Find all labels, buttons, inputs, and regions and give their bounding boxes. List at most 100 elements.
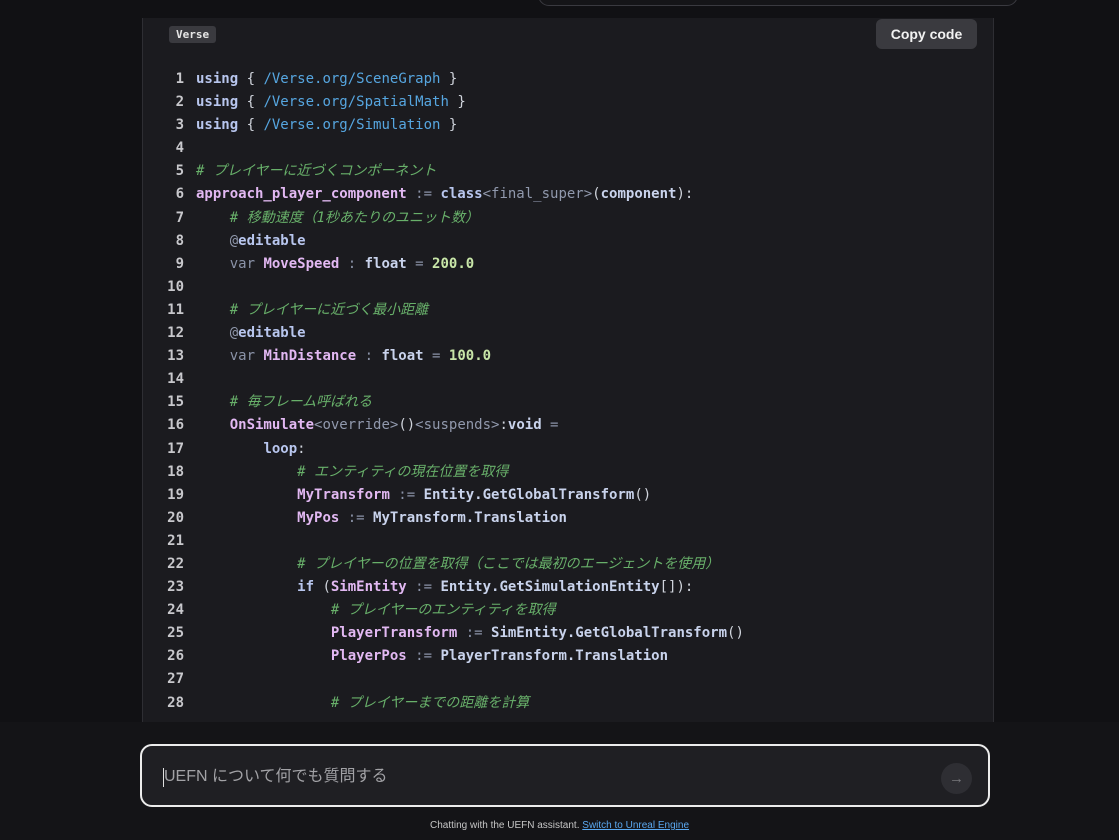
line-number: 27 <box>167 671 184 688</box>
code-text: approach_player_component := class<final… <box>196 183 693 206</box>
line-number: 8 <box>175 232 184 249</box>
code-token: } <box>440 117 458 134</box>
code-text: # プレイヤーまでの距離を計算 <box>196 692 529 715</box>
line-number: 19 <box>167 486 184 503</box>
code-token: = <box>541 417 559 434</box>
code-text: MyPos := MyTransform.Translation <box>196 507 567 530</box>
line-number: 7 <box>175 209 184 226</box>
code-token: Entity.GetGlobalTransform <box>423 486 635 503</box>
code-line: 18 # エンティティの現在位置を取得 <box>143 461 993 484</box>
line-number: 3 <box>175 117 184 134</box>
line-number: 12 <box>167 325 184 342</box>
code-token: class <box>440 186 483 203</box>
code-token: using <box>196 71 239 87</box>
code-text: # 移動速度（1秒あたりのユニット数） <box>196 207 479 230</box>
code-token: := <box>457 625 492 642</box>
code-line: 8 @editable <box>143 230 993 253</box>
code-line: 3 using { /Verse.org/Simulation } <box>143 114 993 137</box>
code-token: 100.0 <box>448 348 492 365</box>
line-number: 21 <box>167 532 184 549</box>
line-number: 4 <box>175 140 184 157</box>
line-number: 23 <box>167 579 184 596</box>
line-number: 18 <box>167 463 184 480</box>
code-token: loop <box>263 440 298 457</box>
code-text: using { /Verse.org/SpatialMath } <box>196 91 466 114</box>
code-text: MyTransform := Entity.GetGlobalTransform… <box>196 484 651 507</box>
code-text: # エンティティの現在位置を取得 <box>196 461 508 484</box>
line-number: 22 <box>167 555 184 572</box>
chat-input-box[interactable]: → <box>140 744 990 807</box>
code-token: } <box>440 71 458 87</box>
line-number: 28 <box>167 694 184 711</box>
code-token: float <box>381 348 424 365</box>
line-number: 13 <box>167 348 184 365</box>
code-line: 14 <box>143 368 993 391</box>
line-number: 17 <box>167 440 184 457</box>
code-token: ( <box>314 579 331 596</box>
line-number: 9 <box>175 255 184 272</box>
send-button[interactable]: → <box>941 763 972 794</box>
code-token: : <box>297 440 306 457</box>
line-number: 11 <box>167 301 184 318</box>
code-line: 1 using { /Verse.org/SceneGraph } <box>143 68 993 91</box>
code-text: PlayerTransform := SimEntity.GetGlobalTr… <box>196 622 744 645</box>
code-token: MoveSpeed <box>263 255 340 272</box>
code-token: editable <box>238 325 306 342</box>
code-token: = <box>406 255 433 272</box>
code-text: var MinDistance : float = 100.0 <box>196 345 491 368</box>
code-line: 11 # プレイヤーに近づく最小距離 <box>143 299 993 322</box>
code-token: Entity.GetSimulationEntity <box>440 579 660 596</box>
code-token: <final_super> <box>482 186 593 203</box>
code-line: 4 <box>143 137 993 160</box>
code-text: if (SimEntity := Entity.GetSimulationEnt… <box>196 576 693 599</box>
code-token: ( <box>592 186 601 203</box>
footer-text: Chatting with the UEFN assistant. <box>429 820 580 831</box>
code-token: /Verse.org/SpatialMath <box>263 94 449 111</box>
code-line: 2 using { /Verse.org/SpatialMath } <box>143 91 993 114</box>
code-line: 26 PlayerPos := PlayerTransform.Translat… <box>143 645 993 668</box>
code-text: loop: <box>196 438 306 461</box>
code-token: { <box>238 94 264 111</box>
code-token: float <box>364 255 407 272</box>
code-token: () <box>634 486 652 503</box>
code-line: 19 MyTransform := Entity.GetGlobalTransf… <box>143 484 993 507</box>
code-text: var MoveSpeed : float = 200.0 <box>196 253 474 276</box>
switch-engine-link[interactable]: Switch to Unreal Engine <box>582 820 689 831</box>
code-token: := <box>389 486 424 503</box>
code-line: 5 # プレイヤーに近づくコンポーネント <box>143 160 993 183</box>
code-token: MyTransform <box>297 486 390 503</box>
code-line: 20 MyPos := MyTransform.Translation <box>143 507 993 530</box>
line-number: 16 <box>167 417 184 434</box>
code-text: # 毎フレーム呼ばれる <box>196 391 372 414</box>
code-token: # プレイヤーのエンティティを取得 <box>330 602 556 619</box>
copy-code-button[interactable]: Copy code <box>876 19 977 49</box>
code-token: var <box>229 255 264 272</box>
code-line: 15 # 毎フレーム呼ばれる <box>143 391 993 414</box>
code-text: using { /Verse.org/Simulation } <box>196 114 457 137</box>
code-token: MyPos <box>297 509 340 526</box>
code-line: 10 <box>143 276 993 299</box>
line-number: 25 <box>167 625 184 642</box>
line-number: 24 <box>167 602 184 619</box>
code-body: 1 using { /Verse.org/SceneGraph } 2 using {… <box>143 68 993 715</box>
code-token: := <box>339 509 374 526</box>
language-badge: Verse <box>169 26 217 43</box>
code-line: 7 # 移動速度（1秒あたりのユニット数） <box>143 207 993 230</box>
code-token: # 毎フレーム呼ばれる <box>229 394 373 411</box>
code-token: <override> <box>314 417 399 434</box>
code-token: := <box>406 579 441 596</box>
code-token: ): <box>676 186 694 203</box>
chat-input[interactable] <box>162 756 926 798</box>
code-token: SimEntity <box>330 579 407 596</box>
line-number: 26 <box>167 648 184 665</box>
line-number: 10 <box>167 278 184 295</box>
code-token: # プレイヤーの位置を取得（ここでは最初のエージェントを使用） <box>297 555 720 572</box>
